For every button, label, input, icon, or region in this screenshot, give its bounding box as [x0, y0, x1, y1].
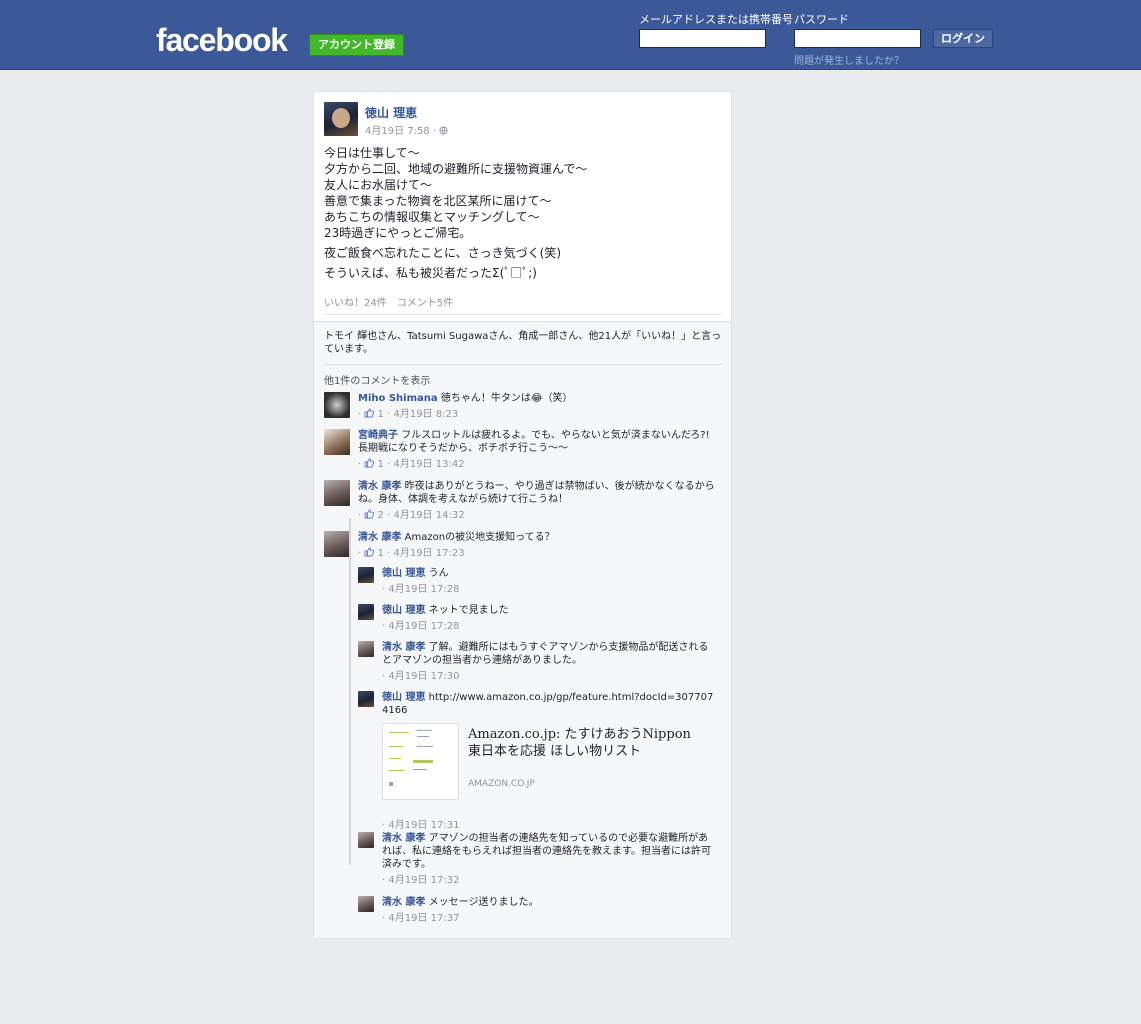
comment-time[interactable]: 4月19日 14:32 [393, 510, 464, 521]
link-preview-domain: AMAZON.CO.JP [468, 779, 535, 789]
post-author[interactable]: 徳山 理恵 [365, 104, 417, 121]
reply-text: 了解。避難所にはもうすぐアマゾンから支援物品が配送されるとアマゾンの担当者から連… [382, 642, 709, 666]
replier-name[interactable]: 徳山 理恵 [382, 568, 425, 579]
reply-time[interactable]: · 4月19日 17:28 [382, 583, 718, 596]
author-avatar[interactable] [324, 102, 358, 136]
comment-text: フルスロットルは疲れるよ。でも、やらないと気が済まないんだろ?!長期戦になりそう… [358, 430, 710, 454]
globe-icon [439, 126, 448, 135]
divider [324, 314, 722, 315]
post-paragraph: 今日は仕事して〜 夕方から二回、地域の避難所に支援物資運んで〜 友人にお水届けて… [324, 146, 588, 240]
post-body: 今日は仕事して〜 夕方から二回、地域の避難所に支援物資運んで〜 友人にお水届けて… [324, 145, 719, 281]
reply-text: うん [428, 568, 449, 579]
post-stats[interactable]: いいね！24件 コメント5件 [324, 294, 453, 309]
comment-time[interactable]: 4月19日 17:23 [393, 548, 464, 559]
reply-text: アマゾンの担当者の連絡先を知っているので必要な避難所があれば、私に連絡をもらえれ… [382, 833, 711, 870]
commenter-name[interactable]: 清水 康孝 [358, 481, 401, 492]
divider [324, 364, 722, 365]
commenter-avatar[interactable] [324, 531, 350, 557]
facebook-logo[interactable]: facebook [156, 20, 288, 60]
more-comments-link[interactable]: 他1件のコメントを表示 [324, 372, 430, 387]
reply-link-text[interactable]: http://www.amazon.co.jp/gp/feature.html?… [382, 692, 713, 716]
email-label: メールアドレスまたは携帯番号 [639, 13, 793, 26]
post-paragraph: 夜ご飯食べ忘れたことに、さっき気づく(笑) [324, 246, 562, 260]
replier-avatar[interactable] [358, 832, 374, 848]
like-icon [364, 547, 375, 557]
replier-avatar[interactable] [358, 691, 374, 707]
commenter-avatar[interactable] [324, 429, 350, 455]
comment-text: 徳ちゃん！牛タンは😂（笑） [440, 393, 573, 404]
link-preview-thumbnail[interactable] [382, 723, 459, 800]
replier-avatar[interactable] [358, 641, 374, 657]
login-button[interactable]: ログイン [933, 29, 993, 48]
reply: 徳山 理恵 http://www.amazon.co.jp/gp/feature… [358, 691, 718, 831]
commenter-avatar[interactable] [324, 480, 350, 506]
reply-time[interactable]: · 4月19日 17:31 [382, 816, 459, 831]
like-count[interactable]: 2 [378, 510, 384, 521]
reply-time[interactable]: · 4月19日 17:28 [382, 620, 718, 633]
replier-name[interactable]: 清水 康孝 [382, 642, 425, 653]
reply-time[interactable]: · 4月19日 17:30 [382, 670, 718, 683]
replier-name[interactable]: 清水 康孝 [382, 833, 425, 844]
reply-text: ネットで見ました [428, 605, 509, 616]
reply-time[interactable]: · 4月19日 17:32 [382, 874, 718, 887]
comment-time[interactable]: 4月19日 13:42 [393, 459, 464, 470]
post-paragraph: そういえば、私も被災者だったΣ(ﾟ□ﾟ;) [324, 266, 537, 280]
commenter-name[interactable]: Miho Shimana [358, 393, 438, 404]
post-card: 徳山 理恵 4月19日 7:58 · 今日は仕事して〜 夕方から二回、地域の避難… [313, 91, 732, 939]
like-count[interactable]: 1 [378, 459, 384, 470]
replier-avatar[interactable] [358, 896, 374, 912]
likes-summary[interactable]: トモイ 輝也さん、Tatsumi Sugawaさん、角成一郎さん、他21人が「い… [324, 330, 722, 356]
link-preview-card[interactable]: Amazon.co.jp: たすけあおうNippon 東日本を応援 ほしい物リス… [382, 723, 702, 803]
like-icon [364, 509, 375, 519]
password-field[interactable] [794, 29, 921, 48]
post-meta: 4月19日 7:58 · [365, 122, 448, 137]
post-timestamp[interactable]: 4月19日 7:58 · [365, 126, 439, 137]
reply-time[interactable]: · 4月19日 17:37 [382, 912, 718, 925]
comment-text: 昨夜はありがとうねー、やり過ぎは禁物ばい、後が続かなくなるからね。身体、体調を考… [358, 481, 715, 505]
like-count[interactable]: 1 [378, 548, 384, 559]
forgot-link[interactable]: 問題が発生しましたか？ [794, 52, 904, 67]
signup-button[interactable]: アカウント登録 [309, 34, 404, 56]
like-icon [364, 458, 375, 468]
replier-name[interactable]: 徳山 理恵 [382, 692, 425, 703]
replier-avatar[interactable] [358, 604, 374, 620]
commenter-avatar[interactable] [324, 392, 350, 418]
password-label: パスワード [794, 13, 849, 26]
reply-text: メッセージ送りました。 [428, 897, 539, 908]
replier-avatar[interactable] [358, 567, 374, 583]
top-bar: facebook アカウント登録 メールアドレスまたは携帯番号 パスワード ログ… [0, 0, 1141, 70]
commenter-name[interactable]: 宮崎典子 [358, 430, 398, 441]
replier-name[interactable]: 清水 康孝 [382, 897, 425, 908]
like-icon [364, 408, 375, 418]
comments-section: トモイ 輝也さん、Tatsumi Sugawaさん、角成一郎さん、他21人が「い… [314, 321, 731, 938]
replier-name[interactable]: 徳山 理恵 [382, 605, 425, 616]
reply-thread-line [349, 518, 351, 865]
like-count[interactable]: 1 [378, 409, 384, 420]
link-preview-title[interactable]: Amazon.co.jp: たすけあおうNippon 東日本を応援 ほしい物リス… [468, 726, 702, 760]
email-field[interactable] [639, 29, 766, 48]
comment-time[interactable]: 4月19日 8:23 [393, 409, 458, 420]
commenter-name[interactable]: 清水 康孝 [358, 532, 401, 543]
comment-text: Amazonの被災地支援知ってる？ [404, 532, 555, 543]
